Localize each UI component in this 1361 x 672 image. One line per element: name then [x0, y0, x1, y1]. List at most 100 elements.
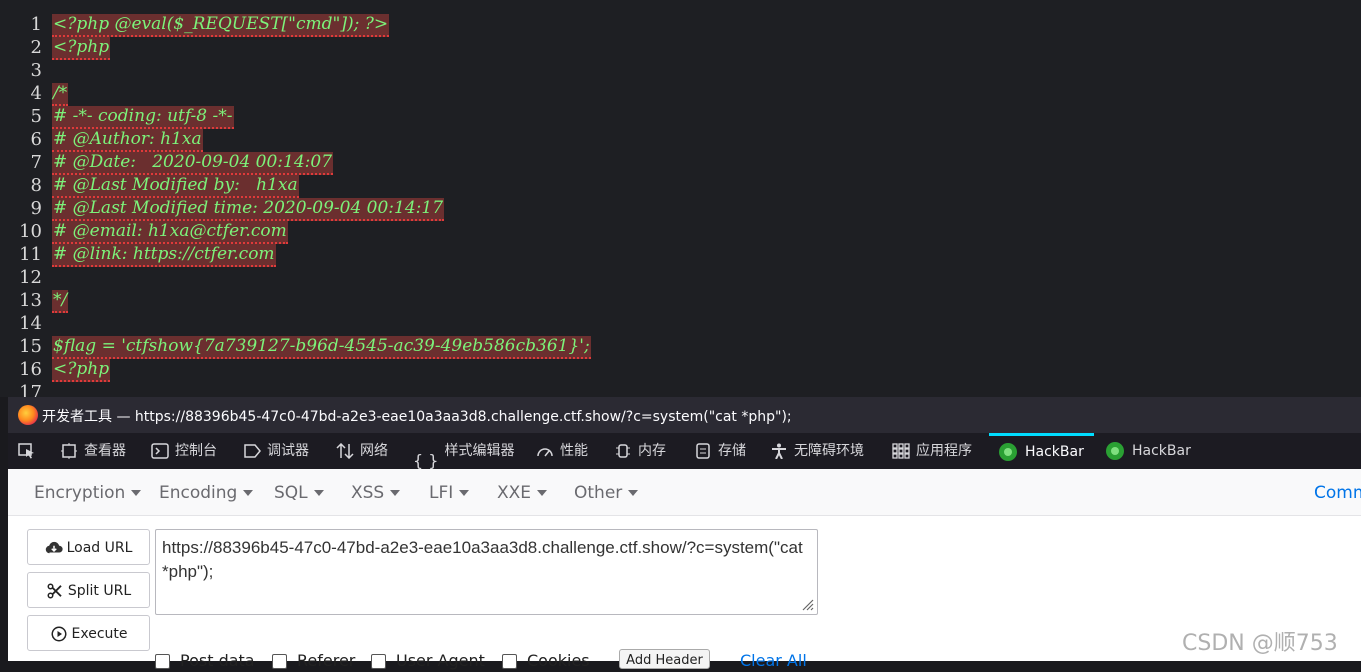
menu-xss[interactable]: XSS [351, 483, 401, 503]
menu-label: Encryption [34, 483, 126, 503]
storage-icon [696, 443, 710, 459]
caret-down-icon [537, 490, 548, 496]
checkbox-box [155, 654, 170, 669]
memory-icon [616, 444, 630, 458]
code-line: 14 [0, 312, 1361, 335]
tab-label: 样式编辑器 [444, 443, 515, 459]
network-icon [336, 443, 354, 459]
line-text: # @email: h1xa@ctfer.com [52, 221, 288, 244]
accessibility-icon [772, 443, 786, 459]
code-line: 16 <?php [0, 358, 1361, 382]
line-text: # @link: https://ctfer.com [52, 244, 276, 267]
code-line: 4 /* [0, 82, 1361, 106]
tab-label: HackBar [1132, 443, 1191, 459]
tab-hackbar-active[interactable]: HackBar [989, 433, 1094, 469]
tab-memory[interactable]: 内存 [614, 433, 666, 469]
tab-storage[interactable]: 存储 [694, 433, 746, 469]
checkbox-box [371, 654, 386, 669]
caret-down-icon [628, 490, 639, 496]
menu-label: Encoding [159, 483, 238, 503]
split-url-button[interactable]: Split URL [27, 572, 150, 608]
line-text: # @Last Modified by: h1xa [52, 175, 299, 198]
hackbar-menubar: Encryption Encoding SQL XSS LFI XXE Othe… [8, 469, 1361, 516]
scissors-icon [47, 583, 62, 599]
menu-label: LFI [429, 483, 454, 503]
line-text: /* [52, 83, 69, 106]
caret-down-icon [243, 490, 254, 496]
inspector-icon [61, 443, 77, 459]
line-number: 15 [19, 336, 42, 357]
tab-label: 无障碍环境 [794, 443, 864, 459]
cloud-download-icon [45, 541, 63, 554]
code-line: 12 [0, 266, 1361, 289]
devtools-titlebar: 开发者工具 — https://88396b45-47c0-47bd-a2e3-… [8, 397, 1361, 433]
execute-button[interactable]: Execute [27, 615, 150, 651]
tab-label: 应用程序 [916, 443, 972, 459]
caret-down-icon [131, 490, 142, 496]
style-editor-icon: { } [413, 451, 439, 470]
firefox-logo-icon [18, 405, 38, 425]
resize-grip-icon[interactable] [798, 595, 814, 611]
tab-inspector[interactable]: 查看器 [60, 433, 126, 469]
tab-console[interactable]: 控制台 [151, 433, 217, 469]
checkbox-box [502, 654, 517, 669]
caret-down-icon [313, 490, 324, 496]
tab-style-editor[interactable]: { } 样式编辑器 [413, 433, 515, 470]
menu-other[interactable]: Other [574, 483, 639, 503]
devtools-panel: 开发者工具 — https://88396b45-47c0-47bd-a2e3-… [8, 397, 1361, 670]
add-header-button[interactable]: Add Header [619, 649, 710, 669]
line-number: 3 [30, 60, 42, 81]
element-picker-icon [18, 443, 34, 459]
menu-encryption[interactable]: Encryption [34, 483, 142, 503]
tab-network[interactable]: 网络 [336, 433, 388, 469]
line-number: 9 [30, 198, 42, 219]
line-number: 4 [30, 83, 42, 104]
line-text: # @Last Modified time: 2020-09-04 00:14:… [52, 198, 445, 221]
line-text: # @Date: 2020-09-04 00:14:07 [52, 152, 334, 175]
tab-performance[interactable]: 性能 [536, 433, 588, 469]
devtools-title: 开发者工具 — https://88396b45-47c0-47bd-a2e3-… [42, 409, 792, 425]
line-number: 6 [30, 129, 42, 150]
menu-lfi[interactable]: LFI [429, 483, 470, 503]
code-line: 5 # -*- coding: utf-8 -*- [0, 105, 1361, 129]
line-text: */ [52, 290, 69, 313]
performance-icon [537, 448, 553, 457]
line-number: 17 [19, 382, 42, 397]
caret-down-icon [459, 490, 470, 496]
menu-sql[interactable]: SQL [274, 483, 324, 503]
code-line: 6 # @Author: h1xa [0, 128, 1361, 152]
tab-debugger[interactable]: 调试器 [243, 433, 309, 469]
menu-xxe[interactable]: XXE [497, 483, 548, 503]
element-picker-button[interactable] [18, 433, 42, 469]
code-line: 7 # @Date: 2020-09-04 00:14:07 [0, 151, 1361, 175]
contribute-link[interactable]: Comm [1314, 483, 1361, 503]
console-icon [151, 443, 169, 459]
application-icon [892, 443, 910, 459]
line-number: 12 [19, 267, 42, 288]
line-text: # @Author: h1xa [52, 129, 203, 152]
tab-label: 查看器 [84, 443, 126, 459]
load-url-button[interactable]: Load URL [27, 529, 150, 565]
code-line: 15 $flag = 'ctfshow{7a739127-b96d-4545-ac… [0, 335, 1361, 359]
tab-accessibility[interactable]: 无障碍环境 [770, 433, 864, 469]
url-textarea[interactable]: https://88396b45-47c0-47bd-a2e3-eae10a3a… [155, 529, 818, 615]
menu-encoding[interactable]: Encoding [159, 483, 254, 503]
code-line: 8 # @Last Modified by: h1xa [0, 174, 1361, 198]
caret-down-icon [390, 490, 401, 496]
code-line: 2 <?php [0, 36, 1361, 60]
line-number: 1 [30, 14, 42, 35]
menu-label: SQL [274, 483, 308, 503]
line-number: 7 [30, 152, 42, 173]
line-number: 16 [19, 359, 42, 380]
tab-label: HackBar [1025, 444, 1084, 460]
code-line: 13 */ [0, 289, 1361, 313]
tab-application[interactable]: 应用程序 [892, 433, 972, 469]
menu-label: XXE [497, 483, 532, 503]
checkbox-box [272, 654, 287, 669]
tab-label: 控制台 [175, 443, 217, 459]
code-line: 10 # @email: h1xa@ctfer.com [0, 220, 1361, 244]
button-label: Split URL [67, 583, 132, 599]
tab-label: 存储 [718, 443, 746, 459]
debugger-icon [244, 444, 261, 458]
tab-hackbar[interactable]: HackBar [1106, 433, 1191, 469]
